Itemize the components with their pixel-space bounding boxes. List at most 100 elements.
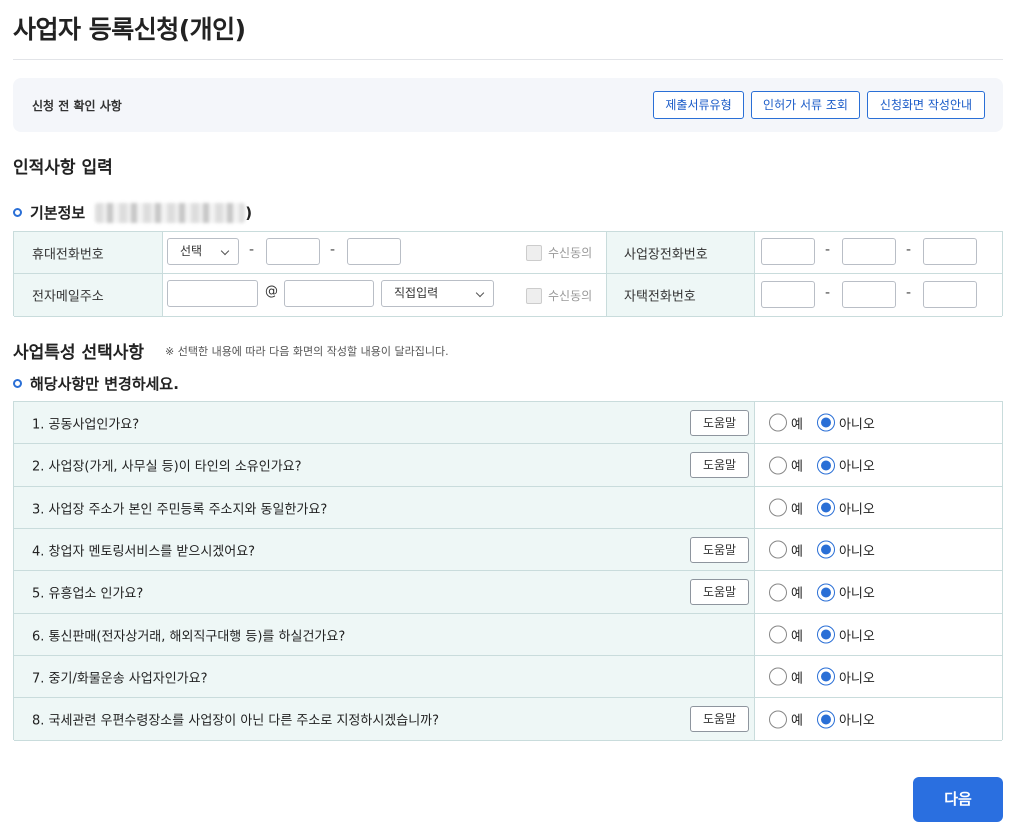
question-text: 7. 중기/화물운송 사업자인가요? <box>32 671 208 686</box>
radio-no[interactable] <box>816 583 835 601</box>
chevron-down-icon <box>475 288 485 298</box>
question-text: 4. 창업자 멘토링서비스를 받으시겠어요? <box>32 544 256 559</box>
radio-no-label: 아니오 <box>838 713 875 729</box>
radio-no[interactable] <box>816 540 835 559</box>
question-row: 5. 유흥업소 인가요? 도움말 예 아니오 <box>14 571 1002 614</box>
redacted-close-paren: ) <box>245 203 253 222</box>
radio-yes[interactable] <box>769 583 787 601</box>
business-questions-table: 1. 공동사업인가요? 도움말 예 아니오 2. 사업장(가게, 사무실 등)이 타인의… <box>13 401 1003 741</box>
checkbox-icon <box>526 287 542 304</box>
radio-yes-label: 예 <box>791 417 803 432</box>
yes-no-radio-group: 예 아니오 <box>769 456 889 475</box>
dash-separator: - <box>906 242 912 258</box>
question-text: 6. 통신판매(전자상거래, 해외직구대행 등)를 하실건가요? <box>32 629 346 644</box>
radio-yes-label: 예 <box>791 713 803 729</box>
radio-yes-label: 예 <box>791 671 803 686</box>
dash-separator: - <box>825 285 831 301</box>
radio-yes[interactable] <box>769 667 787 686</box>
radio-yes[interactable] <box>769 413 787 432</box>
email-domain-select-value: 직접입력 <box>394 286 439 300</box>
form-guide-button[interactable]: 신청화면 작성안내 <box>867 91 985 119</box>
submission-doc-type-button[interactable]: 제출서류유형 <box>653 91 744 119</box>
checkbox-icon <box>526 244 542 261</box>
home-phone-area-input[interactable] <box>761 281 815 308</box>
radio-yes[interactable] <box>769 625 787 644</box>
home-phone-middle-input[interactable] <box>842 281 896 308</box>
business-options-heading: 사업특성 선택사항 <box>13 343 145 363</box>
ring-bullet-icon <box>13 208 22 217</box>
radio-no[interactable] <box>816 413 835 432</box>
radio-yes-label: 예 <box>791 544 803 559</box>
next-button[interactable]: 다음 <box>913 777 1003 822</box>
dash-separator: - <box>906 285 912 301</box>
change-only-heading: 해당사항만 변경하세요. <box>13 373 179 394</box>
radio-no[interactable] <box>816 710 835 728</box>
radio-no[interactable] <box>816 456 835 474</box>
business-options-note: ※ 선택한 내용에 따라 다음 화면의 작성할 내용이 달라집니다. <box>165 345 449 358</box>
page-title: 사업자 등록신청(개인) <box>13 15 246 44</box>
email-domain-select[interactable]: 직접입력 <box>381 280 494 307</box>
ring-bullet-icon <box>13 379 22 388</box>
license-doc-lookup-button[interactable]: 인허가 서류 조회 <box>751 91 860 119</box>
consent-label: 수신동의 <box>548 289 593 303</box>
dash-separator: - <box>330 242 336 258</box>
email-id-input[interactable] <box>167 280 258 307</box>
help-button[interactable]: 도움말 <box>690 706 749 732</box>
radio-no[interactable] <box>816 498 835 517</box>
help-button[interactable]: 도움말 <box>690 409 749 436</box>
help-button[interactable]: 도움말 <box>690 579 749 605</box>
help-button[interactable]: 도움말 <box>690 452 749 478</box>
help-button[interactable]: 도움말 <box>690 536 749 563</box>
question-row: 2. 사업장(가게, 사무실 등)이 타인의 소유인가요? 도움말 예 아니오 <box>14 444 1002 487</box>
radio-no[interactable] <box>816 667 835 686</box>
question-text: 2. 사업장(가게, 사무실 등)이 타인의 소유인가요? <box>32 459 302 475</box>
email-at-sign: @ <box>265 284 278 299</box>
personal-info-heading: 인적사항 입력 <box>13 158 113 178</box>
business-phone-label: 사업장전화번호 <box>624 247 708 262</box>
radio-yes[interactable] <box>769 456 787 474</box>
mobile-phone-label: 휴대전화번호 <box>32 247 104 262</box>
radio-no[interactable] <box>816 625 835 644</box>
question-row: 3. 사업장 주소가 본인 주민등록 주소지와 동일한가요? 예 아니오 <box>14 487 1002 529</box>
mobile-consent-checkbox[interactable]: 수신동의 <box>526 244 592 261</box>
change-only-title: 해당사항만 변경하세요. <box>30 375 179 393</box>
yes-no-radio-group: 예 아니오 <box>769 583 889 602</box>
business-phone-area-input[interactable] <box>761 238 815 265</box>
question-row: 1. 공동사업인가요? 도움말 예 아니오 <box>14 402 1002 444</box>
email-consent-checkbox[interactable]: 수신동의 <box>526 287 592 304</box>
mobile-prefix-select[interactable]: 선택 <box>167 238 239 265</box>
email-label: 전자메일주소 <box>32 289 104 305</box>
redacted-user-info <box>95 202 246 223</box>
radio-no-label: 아니오 <box>838 671 875 686</box>
radio-yes-label: 예 <box>791 629 803 644</box>
business-phone-middle-input[interactable] <box>842 238 896 265</box>
question-row: 7. 중기/화물운송 사업자인가요? 예 아니오 <box>14 656 1002 698</box>
question-row: 4. 창업자 멘토링서비스를 받으시겠어요? 도움말 예 아니오 <box>14 529 1002 571</box>
radio-yes-label: 예 <box>791 586 803 602</box>
title-divider <box>13 59 1003 60</box>
radio-no-label: 아니오 <box>838 544 875 559</box>
radio-yes-label: 예 <box>791 502 803 517</box>
question-text: 8. 국세관련 우편수령장소를 사업장이 아닌 다른 주소로 지정하시겠습니까? <box>32 713 440 729</box>
radio-yes-label: 예 <box>791 459 803 475</box>
radio-no-label: 아니오 <box>838 586 875 602</box>
home-phone-label: 자택전화번호 <box>624 289 696 305</box>
question-text: 3. 사업장 주소가 본인 주민등록 주소지와 동일한가요? <box>32 502 328 517</box>
mobile-phone-row: 휴대전화번호 선택 - - 수신동의 사업장전화번호 - - <box>14 232 1002 274</box>
home-phone-last-input[interactable] <box>923 281 977 308</box>
question-row: 8. 국세관련 우편수령장소를 사업장이 아닌 다른 주소로 지정하시겠습니까?… <box>14 698 1002 741</box>
radio-yes[interactable] <box>769 498 787 517</box>
radio-yes[interactable] <box>769 710 787 728</box>
radio-no-label: 아니오 <box>838 459 875 475</box>
question-text: 1. 공동사업인가요? <box>32 417 140 432</box>
mobile-last-input[interactable] <box>347 238 401 265</box>
dash-separator: - <box>249 242 255 258</box>
chevron-down-icon <box>220 246 230 256</box>
pre-check-panel: 신청 전 확인 사항 제출서류유형 인허가 서류 조회 신청화면 작성안내 <box>13 78 1003 132</box>
mobile-middle-input[interactable] <box>266 238 320 265</box>
yes-no-radio-group: 예 아니오 <box>769 413 889 432</box>
basic-info-heading: 기본정보 ) <box>13 202 252 223</box>
radio-yes[interactable] <box>769 540 787 559</box>
email-domain-input[interactable] <box>284 280 374 307</box>
business-phone-last-input[interactable] <box>923 238 977 265</box>
